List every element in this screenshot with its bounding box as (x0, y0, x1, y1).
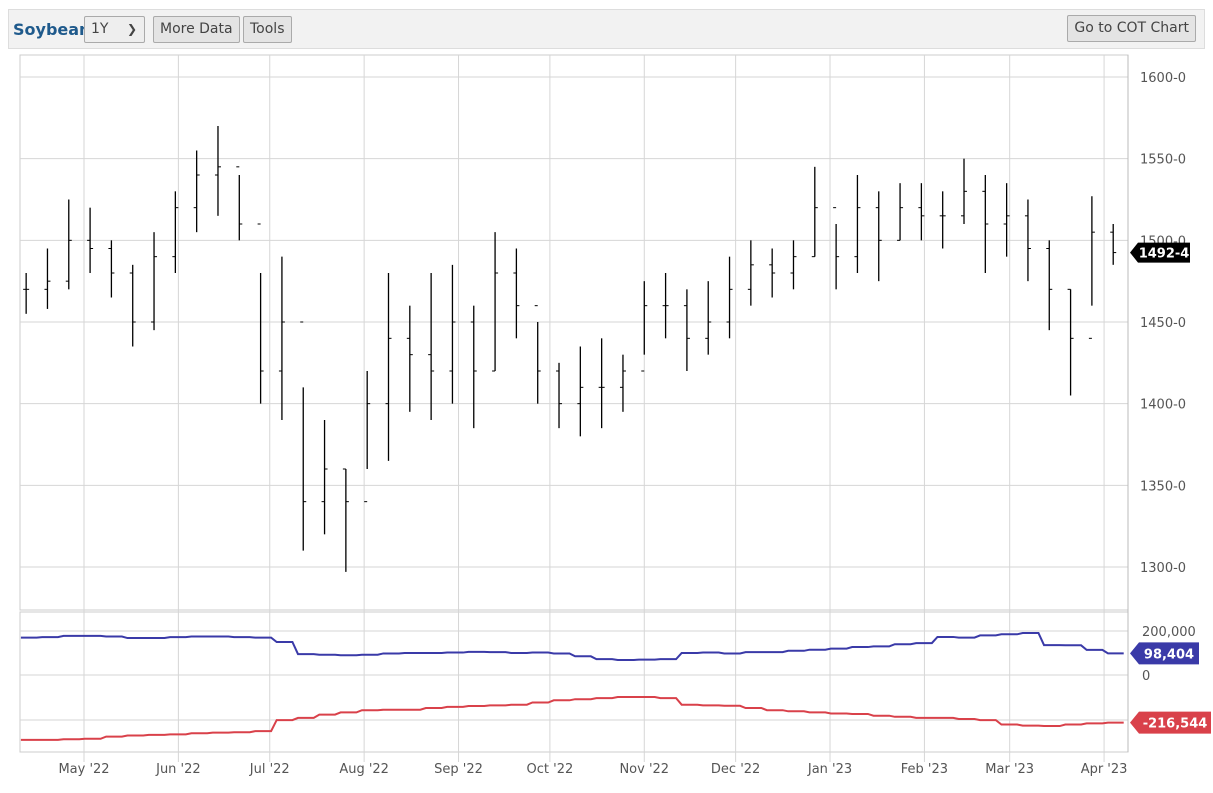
x-tick-label: May '22 (58, 762, 109, 777)
cot-last-label: 98,404 (1144, 647, 1194, 662)
price-tick-label: 1450-0 (1140, 316, 1186, 331)
price-pane (19, 54, 1129, 611)
x-tick-label: Oct '22 (527, 762, 574, 777)
price-chart: 1300-01350-01400-01450-01500-01550-01600… (19, 54, 1211, 777)
x-tick-label: Apr '23 (1081, 762, 1128, 777)
x-tick-label: Aug '22 (339, 762, 389, 777)
x-tick-label: Jan '23 (807, 762, 852, 777)
price-tick-label: 1550-0 (1140, 153, 1186, 168)
cot-last-label: -216,544 (1143, 717, 1208, 732)
cot-tick-label: 200,000 (1142, 625, 1196, 640)
price-tick-label: 1400-0 (1140, 398, 1186, 413)
x-tick-label: Sep '22 (434, 762, 483, 777)
x-tick-label: Jun '22 (155, 762, 201, 777)
x-tick-label: Dec '22 (711, 762, 760, 777)
x-tick-label: Jul '22 (249, 762, 290, 777)
last-price-label: 1492-4 (1139, 247, 1190, 262)
price-tick-label: 1300-0 (1140, 561, 1186, 576)
x-tick-label: Feb '23 (901, 762, 948, 777)
price-tick-label: 1600-0 (1140, 71, 1186, 86)
x-tick-label: Nov '22 (619, 762, 669, 777)
cot-pane (19, 611, 1129, 753)
price-tick-label: 1350-0 (1140, 479, 1186, 494)
cot-tick-label: 0 (1142, 669, 1150, 684)
x-tick-label: Mar '23 (985, 762, 1034, 777)
